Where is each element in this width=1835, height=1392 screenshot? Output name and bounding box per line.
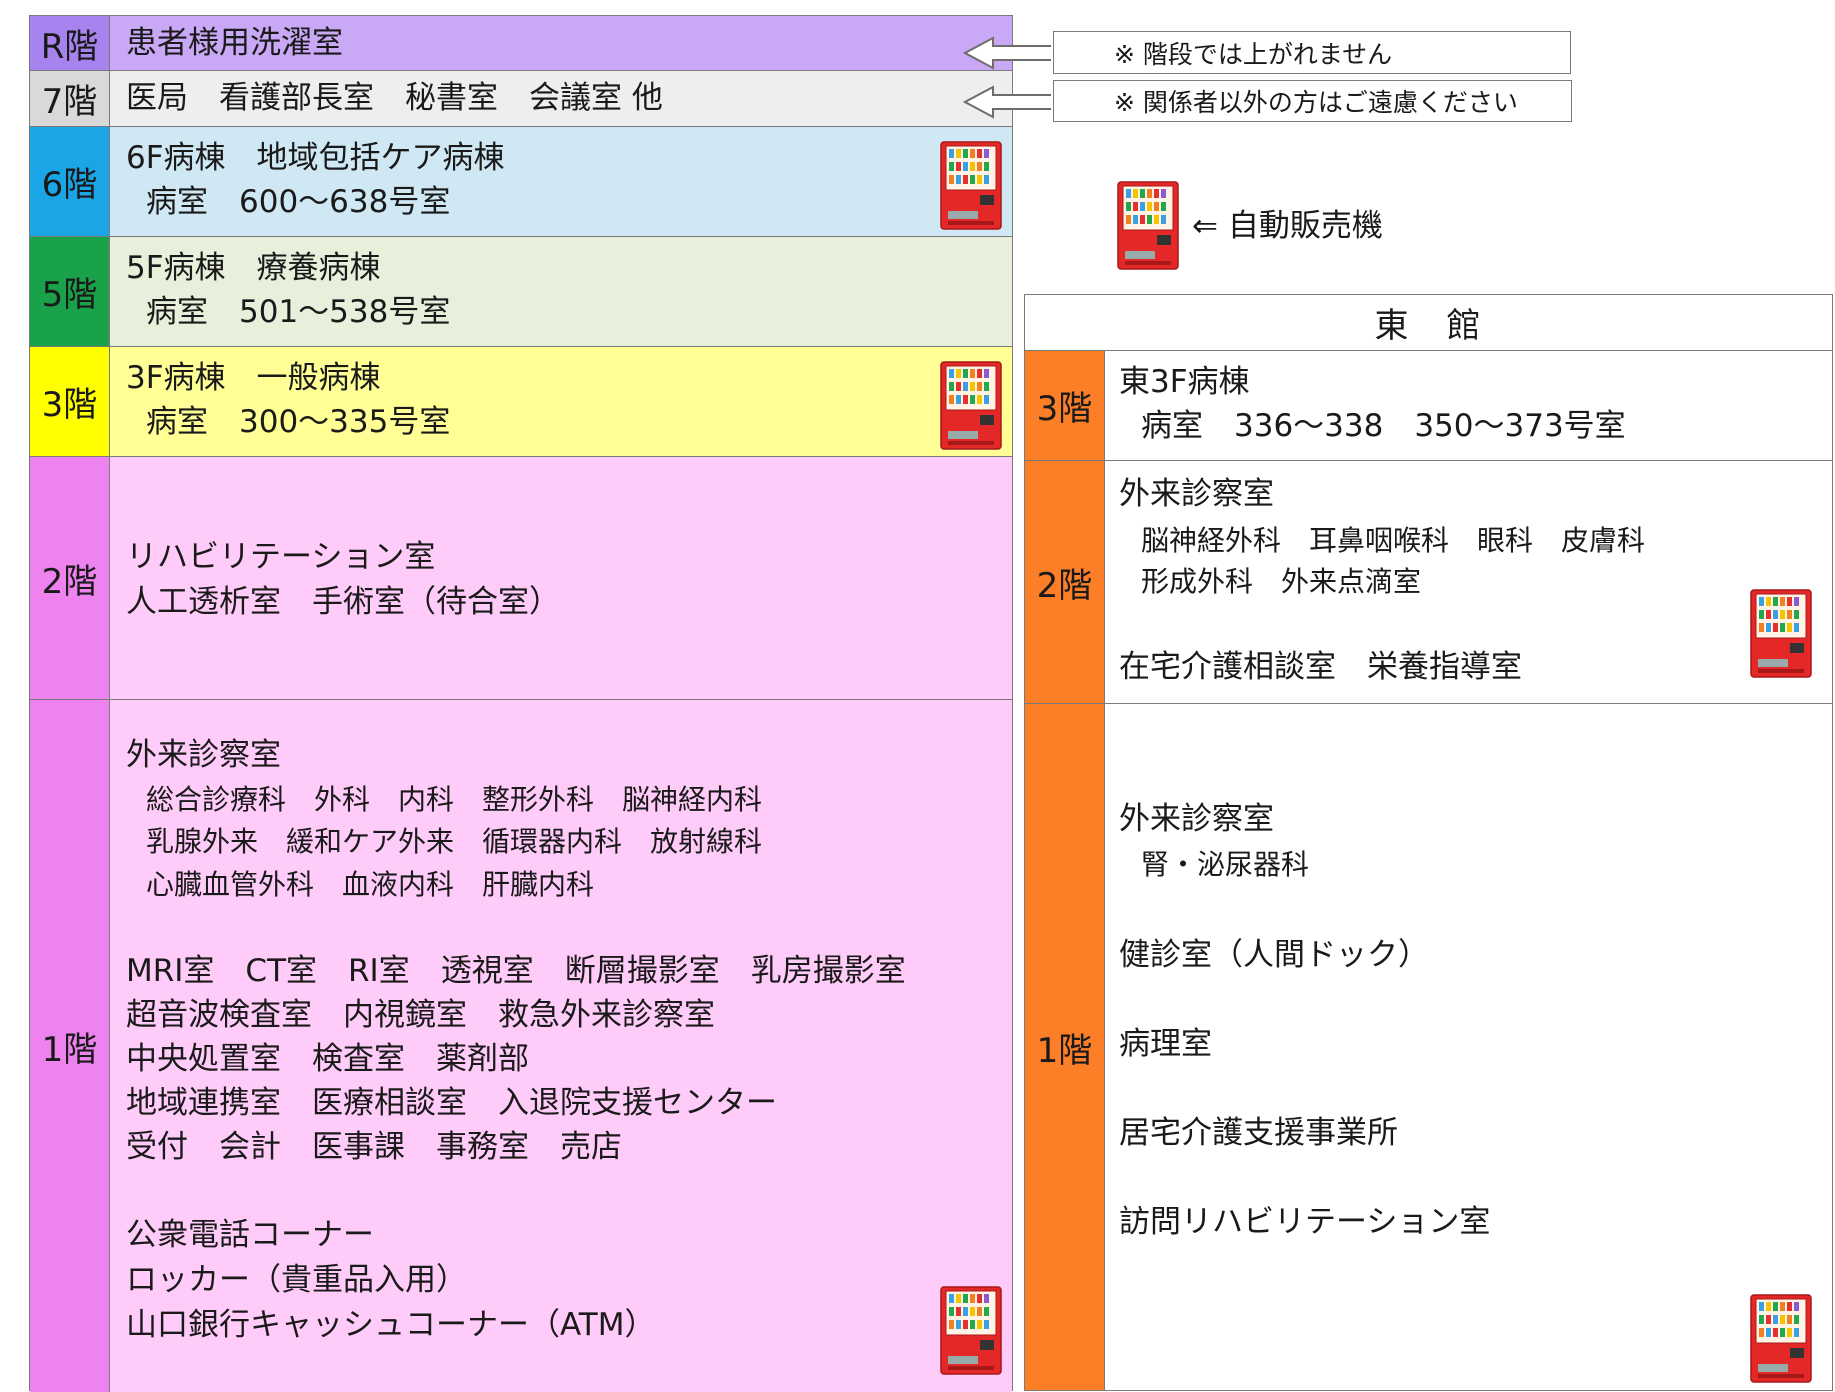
floor-7: 7階 医局 看護部長室 秘書室 会議室 他 <box>30 71 1012 127</box>
floor-label-2: 2階 <box>30 457 110 699</box>
arrow-left-icon <box>963 36 1051 70</box>
east-floor-2-line-2: 脳神経外科 耳鼻咽喉科 眼科 皮膚科 <box>1141 524 1646 557</box>
floor-1-line-12: 山口銀行キャッシュコーナー（ATM） <box>126 1307 656 1343</box>
floor-1-line-4: 心臓血管外科 血液内科 肝臓内科 <box>146 868 595 901</box>
floor-3-line-2: 病室 300～335号室 <box>146 404 451 440</box>
east-floor-3: 3階 東3F病棟 病室 336～338 350～373号室 <box>1025 351 1832 461</box>
floor-1-line-8: 地域連携室 医療相談室 入退院支援センター <box>126 1085 777 1121</box>
floor-1-line-5: MRI室 CT室 RI室 透視室 断層撮影室 乳房撮影室 <box>126 953 906 989</box>
floor-1-line-10: 公衆電話コーナー <box>126 1217 374 1253</box>
floor-label-6: 6階 <box>30 127 110 236</box>
east-floor-1-line-4: 病理室 <box>1119 1026 1212 1062</box>
east-floor-1-line-6: 訪問リハビリテーション室 <box>1119 1204 1491 1240</box>
east-floor-label-1: 1階 <box>1025 704 1105 1390</box>
floor-7-line: 医局 看護部長室 秘書室 会議室 他 <box>126 80 663 116</box>
floor-6-line-1: 6F病棟 地域包括ケア病棟 <box>126 140 505 176</box>
floor-label-7: 7階 <box>30 71 110 126</box>
vending-machine-icon <box>940 361 1002 451</box>
floor-6-line-2: 病室 600～638号室 <box>146 184 451 220</box>
floor-1-line-9: 受付 会計 医事課 事務室 売店 <box>126 1129 622 1165</box>
floor-label-r: R階 <box>30 16 110 70</box>
east-floor-1-line-1: 外来診察室 <box>1119 801 1274 837</box>
east-floor-1: 1階 外来診察室 腎・泌尿器科 健診室（人間ドック） 病理室 居宅介護支援事業所… <box>1025 704 1832 1390</box>
east-floor-1-line-3: 健診室（人間ドック） <box>1119 937 1429 973</box>
east-floor-2-line-1: 外来診察室 <box>1119 476 1274 512</box>
east-floor-label-2: 2階 <box>1025 461 1105 703</box>
floor-content-r: 患者様用洗濯室 <box>110 16 1012 70</box>
note-r: ※ 階段では上がれません <box>1053 31 1571 74</box>
floor-2-line-2: 人工透析室 手術室（待合室） <box>126 584 560 620</box>
floor-1-line-7: 中央処置室 検査室 薬剤部 <box>126 1041 529 1077</box>
east-floor-3-line-2: 病室 336～338 350～373号室 <box>1141 408 1626 444</box>
east-floor-2-line-4: 在宅介護相談室 栄養指導室 <box>1119 649 1522 685</box>
east-building-title: 東 館 <box>1025 295 1832 351</box>
floor-5: 5階 5F病棟 療養病棟 病室 501～538号室 <box>30 237 1012 347</box>
floor-r-line: 患者様用洗濯室 <box>126 25 343 61</box>
arrow-left-icon <box>963 85 1051 119</box>
vending-machine-icon <box>1117 180 1179 272</box>
floor-content-5: 5F病棟 療養病棟 病室 501～538号室 <box>110 237 1012 346</box>
east-floor-1-line-2: 腎・泌尿器科 <box>1141 848 1310 881</box>
vending-machine-icon <box>1750 589 1812 679</box>
floor-3: 3階 3F病棟 一般病棟 病室 300～335号室 <box>30 347 1012 457</box>
east-floor-content-1: 外来診察室 腎・泌尿器科 健診室（人間ドック） 病理室 居宅介護支援事業所 訪問… <box>1105 704 1832 1390</box>
floor-2-line-1: リハビリテーション室 <box>126 539 436 575</box>
legend-label: ⇐ 自動販売機 <box>1192 208 1383 244</box>
floor-2: 2階 リハビリテーション室 人工透析室 手術室（待合室） <box>30 457 1012 700</box>
east-floor-content-3: 東3F病棟 病室 336～338 350～373号室 <box>1105 351 1832 460</box>
floor-content-7: 医局 看護部長室 秘書室 会議室 他 <box>110 71 1012 126</box>
floor-6: 6階 6F病棟 地域包括ケア病棟 病室 600～638号室 <box>30 127 1012 237</box>
vending-machine-icon <box>940 141 1002 231</box>
floor-5-line-2: 病室 501～538号室 <box>146 294 451 330</box>
floor-label-5: 5階 <box>30 237 110 346</box>
floor-1-line-3: 乳腺外来 緩和ケア外来 循環器内科 放射線科 <box>146 825 763 858</box>
floor-1-line-1: 外来診察室 <box>126 737 281 773</box>
east-floor-content-2: 外来診察室 脳神経外科 耳鼻咽喉科 眼科 皮膚科 形成外科 外来点滴室 在宅介護… <box>1105 461 1832 703</box>
east-floor-2-line-3: 形成外科 外来点滴室 <box>1141 565 1422 598</box>
east-floor-3-line-1: 東3F病棟 <box>1119 364 1250 400</box>
east-floor-2: 2階 外来診察室 脳神経外科 耳鼻咽喉科 眼科 皮膚科 形成外科 外来点滴室 在… <box>1025 461 1832 704</box>
floor-3-line-1: 3F病棟 一般病棟 <box>126 360 381 396</box>
vending-machine-icon <box>940 1286 1002 1376</box>
floor-5-line-1: 5F病棟 療養病棟 <box>126 250 381 286</box>
floor-label-1: 1階 <box>30 700 110 1392</box>
floor-content-3: 3F病棟 一般病棟 病室 300～335号室 <box>110 347 1012 456</box>
vending-machine-icon <box>1750 1294 1812 1384</box>
floor-content-6: 6F病棟 地域包括ケア病棟 病室 600～638号室 <box>110 127 1012 236</box>
floor-content-2: リハビリテーション室 人工透析室 手術室（待合室） <box>110 457 1012 699</box>
floor-1-line-11: ロッカー（貴重品入用） <box>126 1262 467 1298</box>
main-building: R階 患者様用洗濯室 7階 医局 看護部長室 秘書室 会議室 他 6階 6F病棟… <box>29 15 1013 1392</box>
floor-1-line-6: 超音波検査室 内視鏡室 救急外来診察室 <box>126 997 715 1033</box>
east-building: 東 館 3階 東3F病棟 病室 336～338 350～373号室 2階 外来診… <box>1024 294 1833 1391</box>
east-floor-1-line-5: 居宅介護支援事業所 <box>1119 1115 1398 1151</box>
floor-1-line-2: 総合診療科 外科 内科 整形外科 脳神経内科 <box>146 783 763 816</box>
east-floor-label-3: 3階 <box>1025 351 1105 460</box>
note-7: ※ 関係者以外の方はご遠慮ください <box>1053 80 1572 122</box>
floor-1: 1階 外来診察室 総合診療科 外科 内科 整形外科 脳神経内科 乳腺外来 緩和ケ… <box>30 700 1012 1392</box>
floor-label-3: 3階 <box>30 347 110 456</box>
floor-r: R階 患者様用洗濯室 <box>30 16 1012 71</box>
floor-content-1: 外来診察室 総合診療科 外科 内科 整形外科 脳神経内科 乳腺外来 緩和ケア外来… <box>110 700 1012 1392</box>
